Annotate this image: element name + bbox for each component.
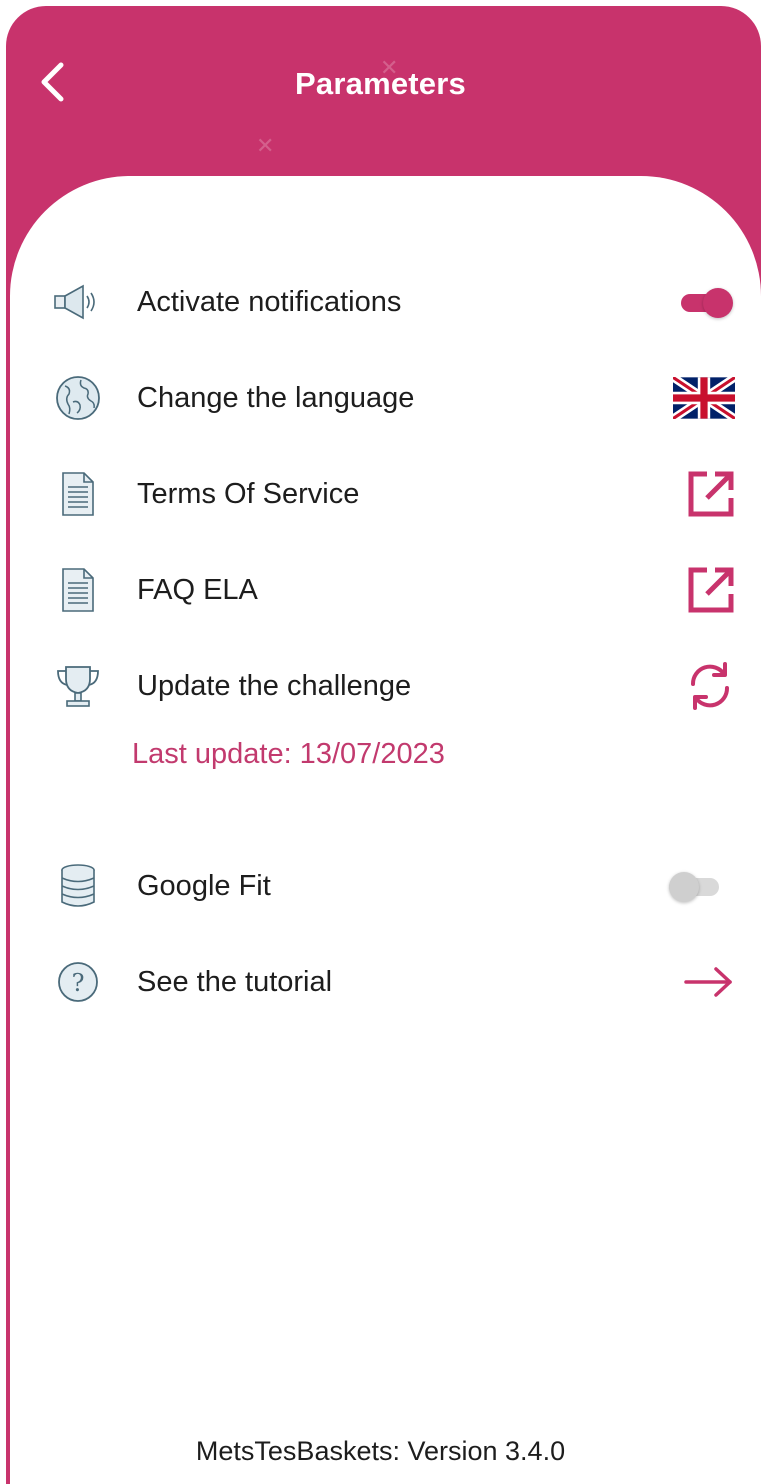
last-update-text: Last update: 13/07/2023: [132, 738, 445, 770]
document-icon: [50, 568, 106, 612]
arrow-right-icon: [684, 967, 732, 997]
settings-row-terms[interactable]: Terms Of Service: [0, 458, 761, 530]
settings-row-notifications: Activate notifications: [0, 266, 761, 338]
settings-row-label: Activate notifications: [137, 286, 402, 318]
terms-open-button[interactable]: [687, 470, 735, 518]
external-link-icon: [688, 471, 734, 517]
settings-row-language[interactable]: Change the language: [0, 362, 761, 434]
settings-row-label: Terms Of Service: [137, 478, 360, 510]
settings-row-label: See the tutorial: [137, 966, 333, 998]
settings-row-label: Update the challenge: [137, 670, 412, 702]
settings-row-update-challenge[interactable]: Update the challenge: [0, 650, 761, 722]
settings-row-tutorial[interactable]: ? See the tutorial: [0, 946, 761, 1018]
update-challenge-button[interactable]: [685, 662, 735, 710]
toggle-knob: [703, 288, 733, 318]
settings-row-faq[interactable]: FAQ ELA: [0, 554, 761, 626]
notifications-toggle[interactable]: [681, 278, 735, 326]
settings-row-google-fit: Google Fit: [0, 850, 761, 922]
megaphone-icon: [50, 280, 106, 324]
toggle-knob: [669, 872, 699, 902]
help-circle-icon: ?: [50, 960, 106, 1004]
svg-text:?: ?: [72, 969, 85, 997]
toggle-switch-on[interactable]: [681, 288, 735, 318]
trophy-icon: [50, 664, 106, 708]
settings-row-label: Google Fit: [137, 870, 271, 902]
external-link-icon: [688, 567, 734, 613]
database-icon: [50, 864, 106, 908]
refresh-icon: [690, 662, 730, 710]
parameters-screen: ✕ ✕ Parameters Activate notifications Ch…: [0, 0, 761, 1484]
app-version-text: MetsTesBaskets: Version 3.4.0: [195, 1436, 566, 1466]
decorative-cross-icon: ✕: [256, 134, 275, 159]
page-title: Parameters: [295, 66, 466, 101]
toggle-switch-off[interactable]: [669, 872, 723, 902]
settings-row-label: Change the language: [137, 382, 415, 414]
globe-icon: [50, 376, 106, 420]
google-fit-toggle[interactable]: [669, 862, 723, 910]
faq-open-button[interactable]: [687, 566, 735, 614]
tutorial-open-button[interactable]: [683, 958, 735, 1006]
language-flag-button[interactable]: [673, 374, 735, 422]
uk-flag-icon: [673, 377, 735, 419]
settings-row-label: FAQ ELA: [137, 574, 258, 606]
document-icon: [50, 472, 106, 516]
